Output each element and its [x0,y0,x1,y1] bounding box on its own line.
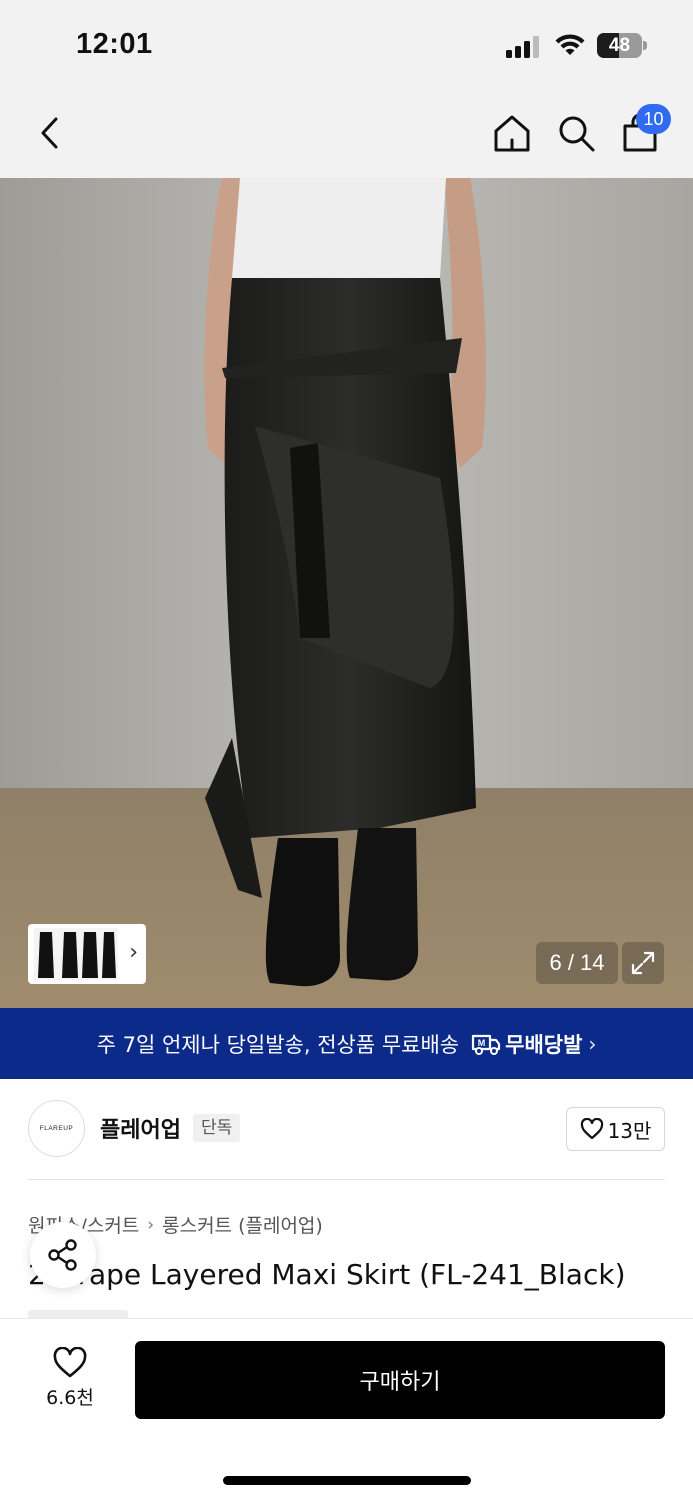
shipping-promo-banner[interactable]: 주 7일 언제나 당일발송, 전상품 무료배송 M 무배당발 › [0,1008,693,1079]
expand-image-button[interactable] [622,942,664,984]
exclusive-badge: 단독 [193,1114,241,1142]
brand-like-button[interactable]: 13만 [566,1107,665,1151]
status-bar: 12:01 48 [0,0,693,90]
cart-count-badge: 10 [636,104,671,134]
product-photo [0,178,693,1008]
divider [28,1179,665,1180]
breadcrumb-item-subcategory[interactable]: 롱스커트 (플레어업) [162,1211,323,1238]
share-button[interactable] [30,1222,96,1288]
battery-icon: 48 [597,33,647,58]
promo-badge: M 무배당발 [471,1029,582,1059]
chevron-left-icon [41,117,58,149]
home-button[interactable] [487,108,537,158]
product-image[interactable] [0,178,693,1008]
image-page-counter: 6 / 14 [536,942,618,984]
brand-like-count: 13만 [607,1118,652,1143]
delivery-truck-icon: M [472,1034,501,1055]
promo-text: 주 7일 언제나 당일발송, 전상품 무료배송 [96,1032,460,1057]
share-icon [48,1239,77,1271]
chevron-right-icon: › [129,940,138,965]
status-time: 12:01 [76,28,153,60]
chevron-right-icon: › [588,1031,597,1056]
thumbnail-strip[interactable]: › [28,924,146,984]
thumbnail-image [34,928,118,980]
wishlist-count: 6.6천 [46,1387,94,1409]
wishlist-button[interactable]: 6.6천 [34,1347,106,1411]
brand-name[interactable]: 플레어업 [100,1112,181,1144]
top-nav-bar [0,90,693,178]
wifi-icon [555,34,585,55]
search-button[interactable] [551,108,601,158]
heart-icon [53,1347,87,1378]
product-title: 2-Drape Layered Maxi Skirt (FL-241_Black… [28,1258,626,1291]
home-icon [494,115,530,152]
bottom-action-bar: 6.6천 구매하기 [0,1318,693,1500]
promo-badge-label: 무배당발 [505,1032,583,1057]
cellular-signal-icon [506,36,539,58]
heart-icon [580,1118,603,1140]
svg-text:M: M [478,1038,486,1048]
brand-row: FLAREUP 플레어업 단독 13만 [0,1079,693,1179]
back-button[interactable] [25,108,75,158]
breadcrumb-separator: › [147,1214,155,1235]
brand-logo[interactable]: FLAREUP [28,1100,85,1157]
expand-icon [631,951,655,975]
buy-button[interactable]: 구매하기 [135,1341,665,1419]
search-icon [559,116,595,152]
battery-level: 48 [608,35,631,56]
home-indicator [223,1476,471,1485]
